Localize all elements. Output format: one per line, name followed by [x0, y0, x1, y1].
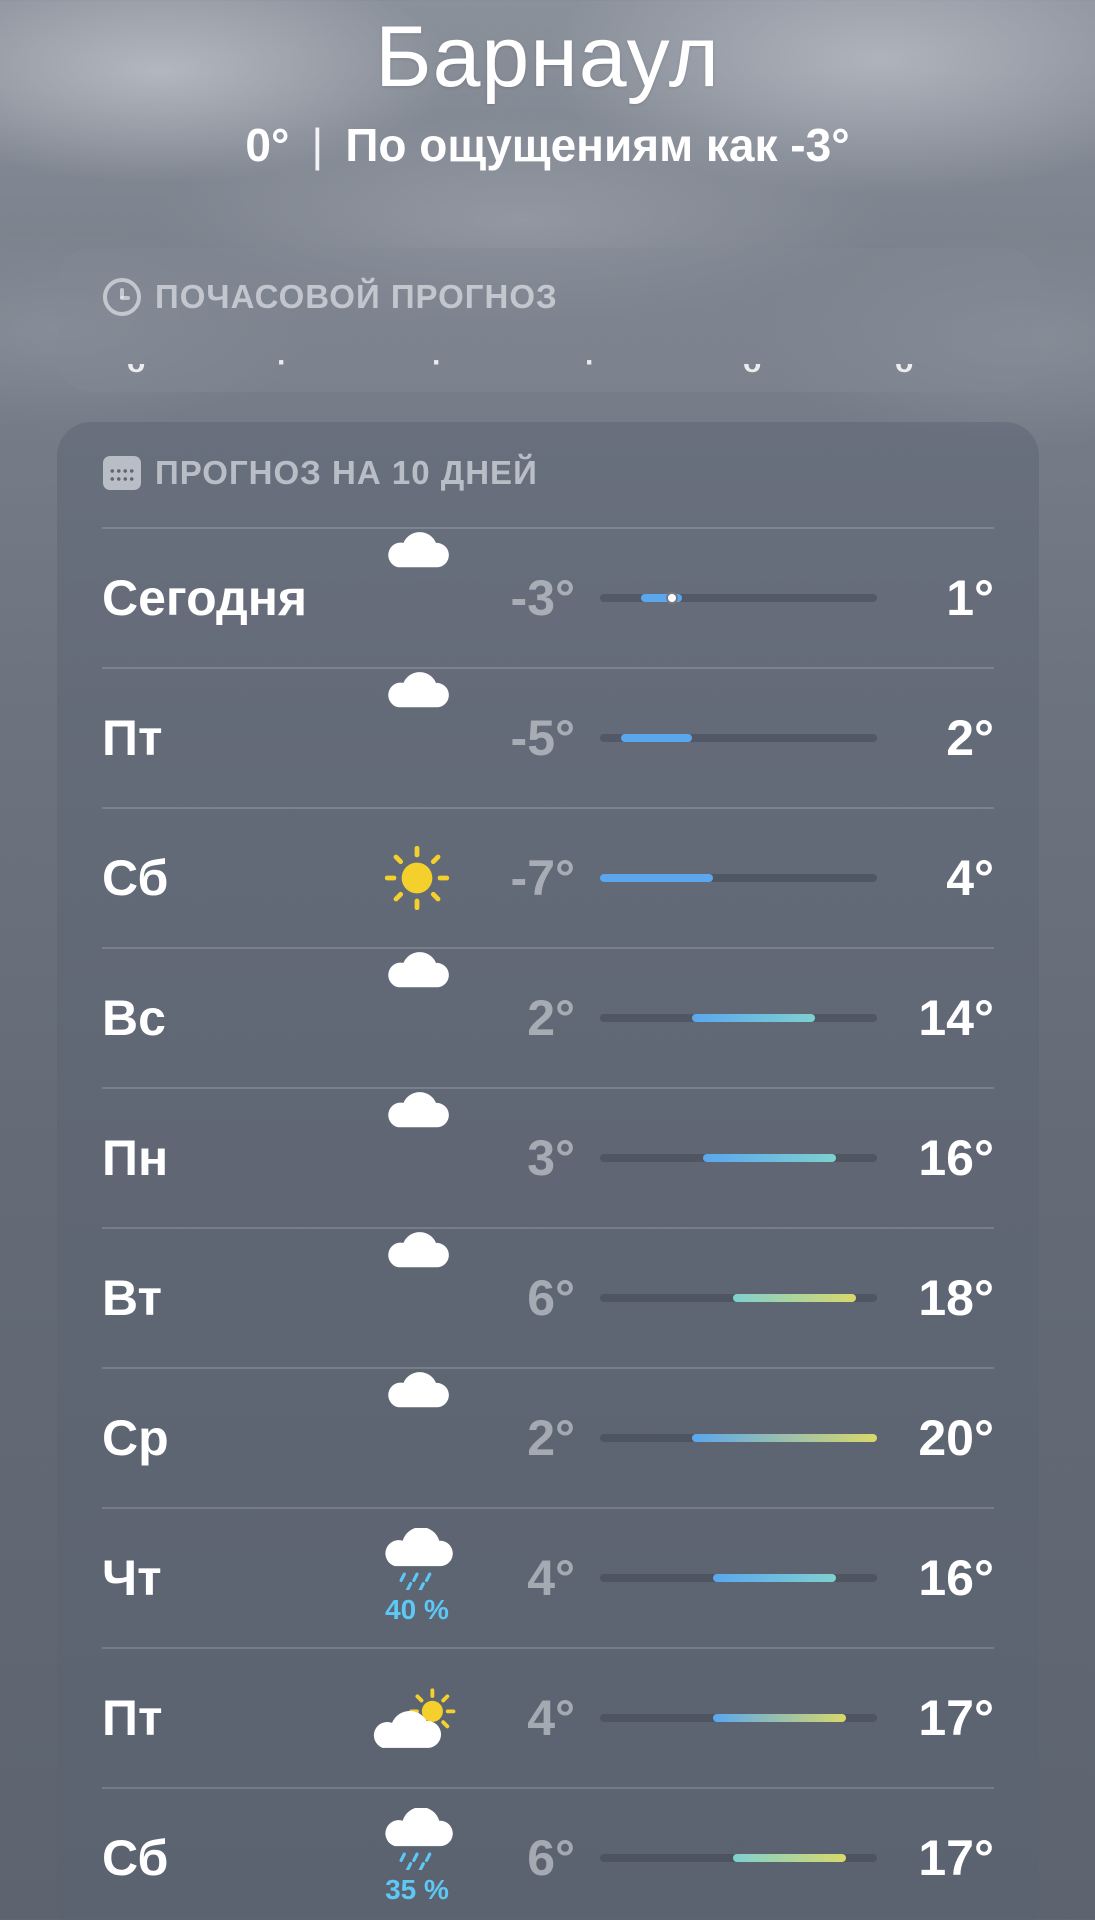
temperature-range-bar: [600, 1014, 877, 1022]
temperature-range-fill: [702, 1154, 836, 1162]
low-temperature: 3°: [527, 1130, 575, 1186]
precipitation-chance: 40 %: [385, 1594, 449, 1625]
cloud-icon: [369, 948, 465, 1088]
cloud-icon: [369, 528, 465, 668]
high-temperature: 16°: [918, 1130, 994, 1186]
hourly-strip[interactable]: ᴗ · · · ᴗ ᴗ: [57, 346, 1039, 379]
day-label: Пт: [102, 1690, 163, 1746]
low-temperature: 6°: [527, 1830, 575, 1886]
cloud-icon: [369, 1228, 465, 1368]
day-label: Вт: [102, 1270, 162, 1326]
temperature-range-bar: [600, 592, 877, 604]
forecast-day-row[interactable]: Сб 35 % 6° 17°: [57, 1788, 1039, 1920]
low-temperature: 2°: [527, 1410, 575, 1466]
sun-icon: [369, 808, 465, 948]
temperature-range-fill: [733, 1294, 857, 1302]
ten-day-forecast-title: ПРОГНОЗ НА 10 ДНЕЙ: [155, 454, 538, 491]
temperature-range-bar: [600, 1434, 877, 1442]
low-temperature: 2°: [527, 990, 575, 1046]
high-temperature: 17°: [918, 1830, 994, 1886]
forecast-day-row[interactable]: Сб -7° 4°: [57, 808, 1039, 948]
separator: |: [311, 119, 324, 171]
high-temperature: 4°: [946, 850, 994, 906]
temperature-range-bar: [600, 1854, 877, 1862]
day-label: Пт: [102, 710, 163, 766]
low-temperature: 4°: [527, 1550, 575, 1606]
day-label: Сегодня: [102, 570, 308, 626]
forecast-day-row[interactable]: Вт 6° 18°: [57, 1228, 1039, 1368]
forecast-day-row[interactable]: Чт 40 % 4° 16°: [57, 1508, 1039, 1648]
high-temperature: 14°: [918, 990, 994, 1046]
forecast-day-row[interactable]: Пн 3° 16°: [57, 1088, 1039, 1228]
ten-day-forecast-header: ПРОГНОЗ НА 10 ДНЕЙ: [103, 454, 538, 492]
day-label: Сб: [102, 850, 169, 906]
cloud-rain-icon: 35 %: [369, 1788, 465, 1920]
day-label: Чт: [102, 1550, 162, 1606]
temperature-range-fill: [712, 1714, 847, 1722]
high-temperature: 20°: [918, 1410, 994, 1466]
city-name: Барнаул: [375, 9, 720, 105]
high-temperature: 2°: [946, 710, 994, 766]
cloud-icon: [369, 668, 465, 808]
temperature-range-bar: [600, 1294, 877, 1302]
temperature-range-bar: [600, 1154, 877, 1162]
day-label: Пн: [102, 1130, 169, 1186]
day-label: Ср: [102, 1410, 169, 1466]
temperature-range-bar: [600, 734, 877, 742]
temperature-range-bar: [600, 1574, 877, 1582]
temperature-range-bar: [600, 874, 877, 882]
current-temperature: 0°: [245, 119, 290, 171]
day-label: Вс: [102, 990, 166, 1046]
forecast-day-row[interactable]: Ср 2° 20°: [57, 1368, 1039, 1508]
temperature-range-bar: [600, 1714, 877, 1722]
temperature-range-fill: [712, 1574, 836, 1582]
temperature-range-fill: [733, 1854, 847, 1862]
forecast-day-row[interactable]: Пт -5° 2°: [57, 668, 1039, 808]
temperature-range-fill: [692, 1014, 816, 1022]
temperature-range-fill: [692, 1434, 877, 1442]
temperature-range-fill: [620, 734, 693, 742]
forecast-day-row[interactable]: Вс 2° 14°: [57, 948, 1039, 1088]
precipitation-chance: 35 %: [385, 1874, 449, 1905]
feels-like: По ощущениям как -3°: [345, 119, 850, 171]
high-temperature: 1°: [946, 570, 994, 626]
temperature-range-fill: [600, 874, 713, 882]
clock-icon: [103, 278, 141, 316]
current-conditions: 0° | По ощущениям как -3°: [0, 118, 1095, 172]
ten-day-forecast-card[interactable]: ПРОГНОЗ НА 10 ДНЕЙ Сегодня -3° 1° Пт -5° 2° Сб…: [57, 422, 1039, 1920]
day-label: Сб: [102, 1830, 169, 1886]
low-temperature: -3°: [510, 570, 575, 626]
forecast-day-row[interactable]: Пт 4° 17°: [57, 1648, 1039, 1788]
hourly-forecast-card[interactable]: ПОЧАСОВОЙ ПРОГНОЗ ᴗ · · · ᴗ ᴗ: [57, 248, 1039, 392]
high-temperature: 16°: [918, 1550, 994, 1606]
low-temperature: -7°: [510, 850, 575, 906]
current-temperature-dot: [665, 592, 678, 604]
hourly-forecast-title: ПОЧАСОВОЙ ПРОГНОЗ: [155, 278, 558, 315]
cloud-icon: [369, 1088, 465, 1228]
low-temperature: 6°: [527, 1270, 575, 1326]
forecast-day-row[interactable]: Сегодня -3° 1°: [57, 528, 1039, 668]
calendar-icon: [103, 456, 141, 490]
cloud-sun-icon: [369, 1648, 465, 1788]
low-temperature: 4°: [527, 1690, 575, 1746]
hourly-forecast-header: ПОЧАСОВОЙ ПРОГНОЗ: [103, 278, 558, 316]
low-temperature: -5°: [510, 710, 575, 766]
cloud-icon: [369, 1368, 465, 1508]
high-temperature: 17°: [918, 1690, 994, 1746]
cloud-rain-icon: 40 %: [369, 1508, 465, 1648]
high-temperature: 18°: [918, 1270, 994, 1326]
